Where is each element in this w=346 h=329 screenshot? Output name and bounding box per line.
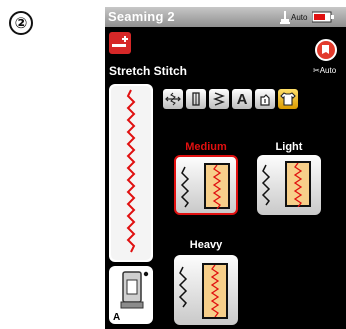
needle-position-icon <box>260 94 270 106</box>
needle-position-button[interactable] <box>255 89 275 109</box>
seam-stitch-icon <box>293 163 303 207</box>
scissors-icon: ✂ <box>313 66 320 75</box>
pattern-icon <box>213 92 225 106</box>
seam-stitch-icon <box>210 265 220 317</box>
pattern-button[interactable] <box>209 89 229 109</box>
stitch-preview <box>111 86 151 260</box>
auto-lock-icon: A <box>236 90 248 108</box>
zigzag-stitch-icon <box>178 266 188 308</box>
option-medium-label: Medium <box>185 141 227 153</box>
option-heavy-label: Heavy <box>189 239 223 251</box>
stitch-length-icon <box>192 92 200 106</box>
stretch-stitch-icon <box>109 32 131 54</box>
presser-foot-letter: A <box>113 312 121 323</box>
option-light-label: Light <box>275 141 303 153</box>
option-light-card[interactable] <box>257 155 321 215</box>
fabric-shirt-icon <box>280 92 296 106</box>
stitch-preview-line <box>126 89 136 253</box>
stitch-width-button[interactable] <box>163 89 183 109</box>
option-heavy-card[interactable] <box>174 255 238 325</box>
zigzag-stitch-icon <box>261 164 271 206</box>
back-icon <box>322 45 329 54</box>
stitch-name: Stretch Stitch <box>109 64 188 78</box>
stitch-preview-panel <box>109 84 153 262</box>
fabric-type-button[interactable] <box>278 89 298 109</box>
presser-auto-indicator: Auto <box>280 10 307 24</box>
presser-foot-icon <box>280 10 290 24</box>
presser-auto-label: Auto <box>291 12 308 22</box>
sewing-machine-screen: Seaming 2 Auto Stretch Stitch ✂Auto A A … <box>105 7 346 329</box>
back-button[interactable] <box>315 39 337 61</box>
zigzag-stitch-icon <box>180 166 190 208</box>
seam-stitch-icon <box>212 165 222 209</box>
auto-lock-button[interactable]: A <box>232 89 252 109</box>
presser-foot-box[interactable]: A <box>109 266 153 324</box>
auto-cut-label: Auto <box>319 66 337 75</box>
tool-toolbar: A <box>163 89 298 109</box>
stitch-width-icon <box>165 92 181 106</box>
step-number-marker: ② <box>9 11 33 35</box>
auto-cut-indicator: ✂Auto <box>313 66 336 75</box>
screen-title: Seaming 2 <box>108 9 175 24</box>
stitch-length-button[interactable] <box>186 89 206 109</box>
title-bar: Seaming 2 Auto <box>105 7 346 27</box>
battery-icon <box>312 11 334 23</box>
option-medium-card[interactable] <box>174 155 238 215</box>
